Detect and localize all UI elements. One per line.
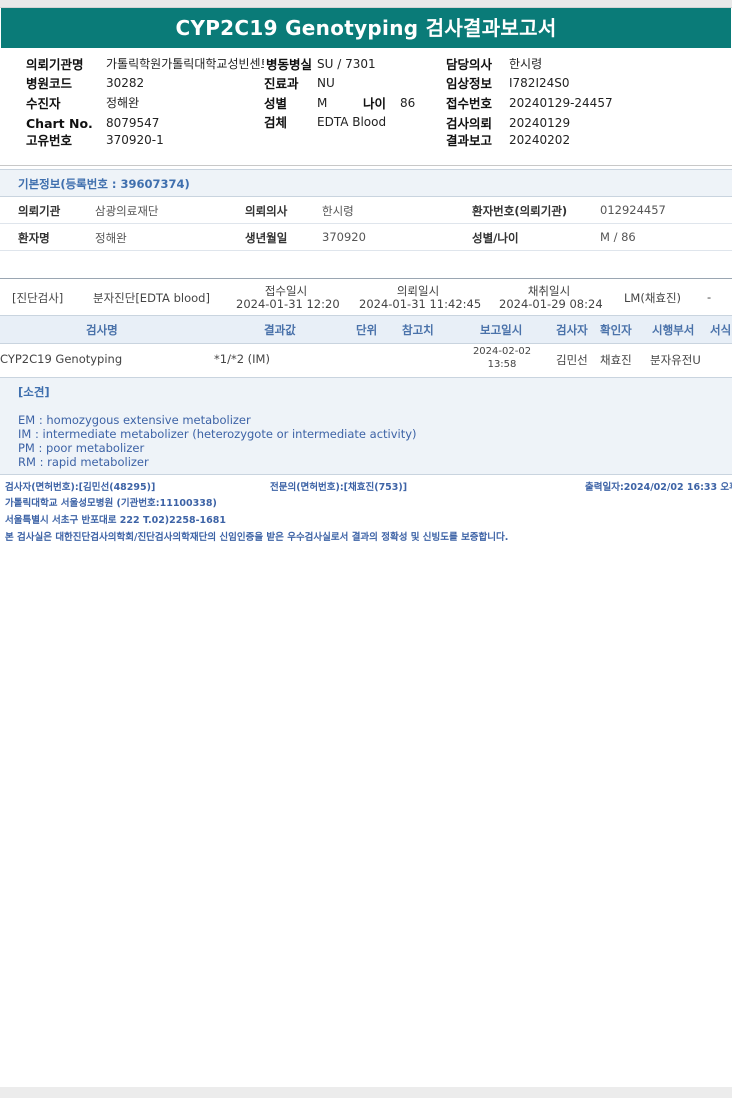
info-value-sex-age: M / 86 [600, 230, 636, 244]
header-value-patient: 정해완 [106, 96, 140, 110]
info-label-patient-no: 환자번호(의뢰기관) [472, 204, 568, 218]
row-divider [0, 223, 732, 224]
basic-info-band: 기본정보(등록번호 : 39607374) [0, 169, 732, 197]
basic-info-title: 기본정보(등록번호 : 39607374) [18, 177, 190, 191]
header-value-specimen: EDTA Blood [317, 115, 387, 129]
header-value-physician: 한시령 [509, 57, 543, 71]
remark-line: IM : intermediate metabolizer (heterozyg… [18, 427, 417, 441]
collected-datetime: 2024-01-29 08:24 [499, 297, 603, 311]
th-form: 서식 [710, 323, 732, 337]
header-value-chart-no: 8079547 [106, 116, 160, 130]
header-value-request-date: 20240129 [509, 116, 571, 130]
remarks-title: [소견] [18, 385, 50, 399]
th-verifier: 확인자 [600, 323, 632, 337]
header-label-sex: 성별 [264, 96, 288, 111]
remark-line: PM : poor metabolizer [18, 441, 145, 455]
remark-line: RM : rapid metabolizer [18, 455, 149, 469]
th-result: 결과값 [264, 323, 296, 337]
dash: - [707, 290, 712, 304]
info-label-patient-name: 환자명 [18, 231, 50, 245]
remark-line: EM : homozygous extensive metabolizer [18, 413, 251, 427]
th-test-name: 검사명 [86, 323, 118, 337]
report-time: 13:58 [487, 359, 517, 370]
info-label-sex-age: 성별/나이 [472, 231, 519, 245]
th-report-datetime: 보고일시 [480, 323, 523, 337]
header-value-receipt-no: 20240129-24457 [509, 96, 613, 110]
header-label-age: 나이 [363, 96, 387, 111]
header-label-request-date: 검사의뢰 [446, 116, 493, 131]
header-label-clinical-info: 임상정보 [446, 76, 493, 91]
remarks-band: [소견] [0, 377, 732, 405]
header-value-sex: M [317, 96, 328, 110]
info-value-institution: 삼광의료재단 [95, 204, 159, 218]
header-label-unique-no: 고유번호 [26, 133, 73, 148]
report-title: CYP2C19 Genotyping 검사결과보고서 [1, 8, 731, 48]
header-label-specimen: 검체 [264, 115, 288, 130]
lab-specimen: 분자진단[EDTA blood] [93, 291, 210, 305]
header-value-clinical-info: I782I24S0 [509, 76, 570, 90]
report-date: 2024-02-02 [472, 346, 532, 357]
header-value-unique-no: 370920-1 [106, 133, 164, 147]
received-datetime: 2024-01-31 12:20 [236, 297, 340, 311]
header-value-report-date: 20240202 [509, 133, 571, 147]
header-value-ward: SU / 7301 [317, 57, 376, 71]
row-divider [0, 250, 732, 251]
footer-hospital: 가톨릭대학교 서울성모병원 (기관번호:11100338) [5, 498, 217, 509]
info-label-physician: 의뢰의사 [245, 204, 288, 218]
info-value-patient-no: 012924457 [600, 203, 666, 217]
result-table-header: 검사명 결과값 단위 참고치 보고일시 검사자 확인자 시행부서 서식 [0, 315, 732, 344]
tester-name: 김민선 [556, 353, 588, 367]
collector: LM(채효진) [624, 291, 682, 305]
header-value-age: 86 [400, 96, 416, 110]
footer-certification: 본 검사실은 대한진단검사의학회/진단검사의학재단의 신임인증을 받은 우수검사… [5, 532, 509, 543]
footer-tester: 검사자(면허번호):[김민선(48295)] [5, 482, 156, 493]
bottom-strip [0, 1087, 732, 1098]
header-label-physician: 담당의사 [446, 57, 493, 72]
footer-printed: 출력일자:2024/02/02 16:33 오후 [585, 482, 732, 493]
footer-address: 서울특별시 서초구 반포대로 222 T.02)2258-1681 [5, 515, 226, 526]
header-label-department: 진료과 [264, 76, 299, 91]
info-label-birthdate: 생년월일 [245, 231, 288, 245]
info-label-institution: 의뢰기관 [18, 204, 61, 218]
header-label-chart-no: Chart No. [26, 116, 93, 131]
top-strip [0, 0, 732, 8]
header-label-institution: 의뢰기관명 [26, 57, 84, 72]
info-value-physician: 한시령 [322, 204, 354, 218]
lab-category: [진단검사] [12, 291, 64, 305]
header-label-patient: 수진자 [26, 96, 61, 111]
lab-divider [0, 278, 732, 279]
verifier-name: 채효진 [600, 353, 632, 367]
test-name: CYP2C19 Genotyping [0, 352, 123, 366]
result-value: *1/*2 (IM) [214, 352, 270, 366]
header-label-ward: 병동병실 [264, 57, 313, 72]
th-unit: 단위 [356, 323, 378, 337]
th-reference: 참고치 [402, 323, 434, 337]
info-value-birthdate: 370920 [322, 230, 366, 244]
header-label-report-date: 결과보고 [446, 133, 493, 148]
footer-specialist: 전문의(면허번호):[채효진(753)] [270, 482, 408, 493]
header-label-hospital-code: 병원코드 [26, 76, 73, 91]
header-value-hospital-code: 30282 [106, 76, 145, 90]
department-name: 분자유전U [650, 353, 701, 367]
header-value-department: NU [317, 76, 335, 90]
header-label-receipt-no: 접수번호 [446, 96, 493, 111]
requested-datetime: 2024-01-31 11:42:45 [359, 297, 482, 311]
header-divider [0, 165, 732, 166]
info-value-patient-name: 정해완 [95, 231, 127, 245]
th-tester: 검사자 [556, 323, 588, 337]
th-department: 시행부서 [652, 323, 695, 337]
